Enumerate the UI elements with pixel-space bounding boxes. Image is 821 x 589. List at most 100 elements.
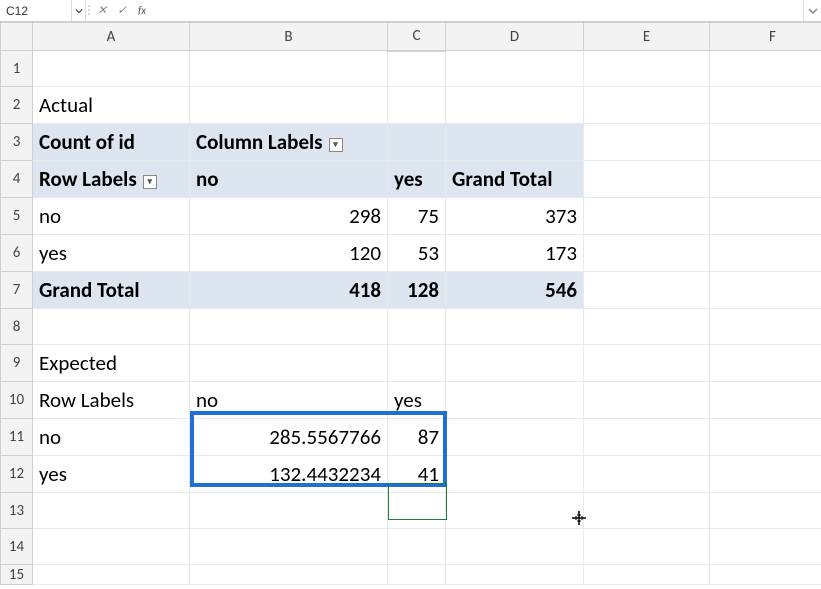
cell-D15[interactable]: [446, 565, 584, 585]
cell-A10[interactable]: Row Labels: [33, 382, 190, 419]
cell-C14[interactable]: [388, 529, 446, 565]
column-header-D[interactable]: D: [446, 23, 584, 51]
cell-B10[interactable]: no: [190, 382, 388, 419]
cell-B11[interactable]: 285.5567766: [190, 419, 388, 456]
cell-F15[interactable]: [710, 565, 821, 585]
row-header-11[interactable]: 11: [1, 419, 33, 456]
cell-F10[interactable]: [710, 382, 821, 419]
cell-F14[interactable]: [710, 529, 821, 565]
cell-D9[interactable]: [446, 345, 584, 382]
cell-D11[interactable]: [446, 419, 584, 456]
cell-F7[interactable]: [710, 272, 821, 309]
cell-D6[interactable]: 173: [446, 235, 584, 272]
insert-function-button[interactable]: fx: [132, 0, 152, 21]
formula-input[interactable]: [152, 0, 803, 21]
cell-F4[interactable]: [710, 161, 821, 198]
cell-B5[interactable]: 298: [190, 198, 388, 235]
cell-D8[interactable]: [446, 309, 584, 345]
cell-E5[interactable]: [584, 198, 710, 235]
cell-F2[interactable]: [710, 87, 821, 124]
cell-D14[interactable]: [446, 529, 584, 565]
enter-button[interactable]: ✓: [112, 0, 132, 21]
cell-F9[interactable]: [710, 345, 821, 382]
cell-F5[interactable]: [710, 198, 821, 235]
row-header-2[interactable]: 2: [1, 87, 33, 124]
row-header-13[interactable]: 13: [1, 493, 33, 529]
cell-C12[interactable]: 41: [388, 456, 446, 493]
column-header-E[interactable]: E: [584, 23, 710, 51]
cell-B1[interactable]: [190, 51, 388, 87]
cell-A13[interactable]: [33, 493, 190, 529]
row-header-15[interactable]: 15: [1, 565, 33, 585]
cell-B15[interactable]: [190, 565, 388, 585]
cell-C13[interactable]: [388, 493, 446, 529]
select-all-corner[interactable]: [1, 23, 33, 51]
cell-C11[interactable]: 87: [388, 419, 446, 456]
cell-E11[interactable]: [584, 419, 710, 456]
spreadsheet-grid[interactable]: A B C D E F 1 2 Actual 3 Count of id Col…: [0, 22, 821, 585]
cell-B9[interactable]: [190, 345, 388, 382]
cell-C4[interactable]: yes: [388, 161, 446, 198]
cell-E14[interactable]: [584, 529, 710, 565]
cell-C2[interactable]: [388, 87, 446, 124]
cell-A3[interactable]: Count of id: [33, 124, 190, 161]
row-header-14[interactable]: 14: [1, 529, 33, 565]
cell-E8[interactable]: [584, 309, 710, 345]
row-header-3[interactable]: 3: [1, 124, 33, 161]
column-header-F[interactable]: F: [710, 23, 821, 51]
cell-A9[interactable]: Expected: [33, 345, 190, 382]
cell-E12[interactable]: [584, 456, 710, 493]
cell-B6[interactable]: 120: [190, 235, 388, 272]
cell-D2[interactable]: [446, 87, 584, 124]
cell-A8[interactable]: [33, 309, 190, 345]
column-header-A[interactable]: A: [33, 23, 190, 51]
cell-A5[interactable]: no: [33, 198, 190, 235]
cell-D7[interactable]: 546: [446, 272, 584, 309]
cell-A12[interactable]: yes: [33, 456, 190, 493]
cell-C10[interactable]: yes: [388, 382, 446, 419]
cell-B4[interactable]: no: [190, 161, 388, 198]
cell-D12[interactable]: [446, 456, 584, 493]
row-header-12[interactable]: 12: [1, 456, 33, 493]
cell-E3[interactable]: [584, 124, 710, 161]
row-header-6[interactable]: 6: [1, 235, 33, 272]
cell-D5[interactable]: 373: [446, 198, 584, 235]
cell-D1[interactable]: [446, 51, 584, 87]
cell-A2[interactable]: Actual: [33, 87, 190, 124]
row-header-4[interactable]: 4: [1, 161, 33, 198]
cell-D4[interactable]: Grand Total: [446, 161, 584, 198]
row-filter-icon[interactable]: ▾: [143, 175, 157, 189]
cell-F11[interactable]: [710, 419, 821, 456]
cell-E6[interactable]: [584, 235, 710, 272]
row-header-10[interactable]: 10: [1, 382, 33, 419]
cell-E10[interactable]: [584, 382, 710, 419]
cell-B2[interactable]: [190, 87, 388, 124]
row-header-1[interactable]: 1: [1, 51, 33, 87]
cell-A11[interactable]: no: [33, 419, 190, 456]
cell-E2[interactable]: [584, 87, 710, 124]
cell-B3[interactable]: Column Labels▾: [190, 124, 388, 161]
cell-D13[interactable]: [446, 493, 584, 529]
cell-C3[interactable]: [388, 124, 446, 161]
cell-A6[interactable]: yes: [33, 235, 190, 272]
cell-F1[interactable]: [710, 51, 821, 87]
cell-B12[interactable]: 132.4432234: [190, 456, 388, 493]
cell-C1[interactable]: [388, 51, 446, 87]
cell-B7[interactable]: 418: [190, 272, 388, 309]
cell-E9[interactable]: [584, 345, 710, 382]
cell-C9[interactable]: [388, 345, 446, 382]
cell-B8[interactable]: [190, 309, 388, 345]
cell-E13[interactable]: [584, 493, 710, 529]
column-filter-icon[interactable]: ▾: [329, 138, 343, 152]
name-box[interactable]: C12: [0, 0, 72, 21]
cell-A4[interactable]: Row Labels▾: [33, 161, 190, 198]
row-header-9[interactable]: 9: [1, 345, 33, 382]
cell-E7[interactable]: [584, 272, 710, 309]
column-header-B[interactable]: B: [190, 23, 388, 51]
cell-C7[interactable]: 128: [388, 272, 446, 309]
cell-F3[interactable]: [710, 124, 821, 161]
column-header-C[interactable]: C: [388, 23, 446, 51]
expand-formula-bar-icon[interactable]: [803, 0, 821, 21]
row-header-8[interactable]: 8: [1, 309, 33, 345]
cell-C5[interactable]: 75: [388, 198, 446, 235]
